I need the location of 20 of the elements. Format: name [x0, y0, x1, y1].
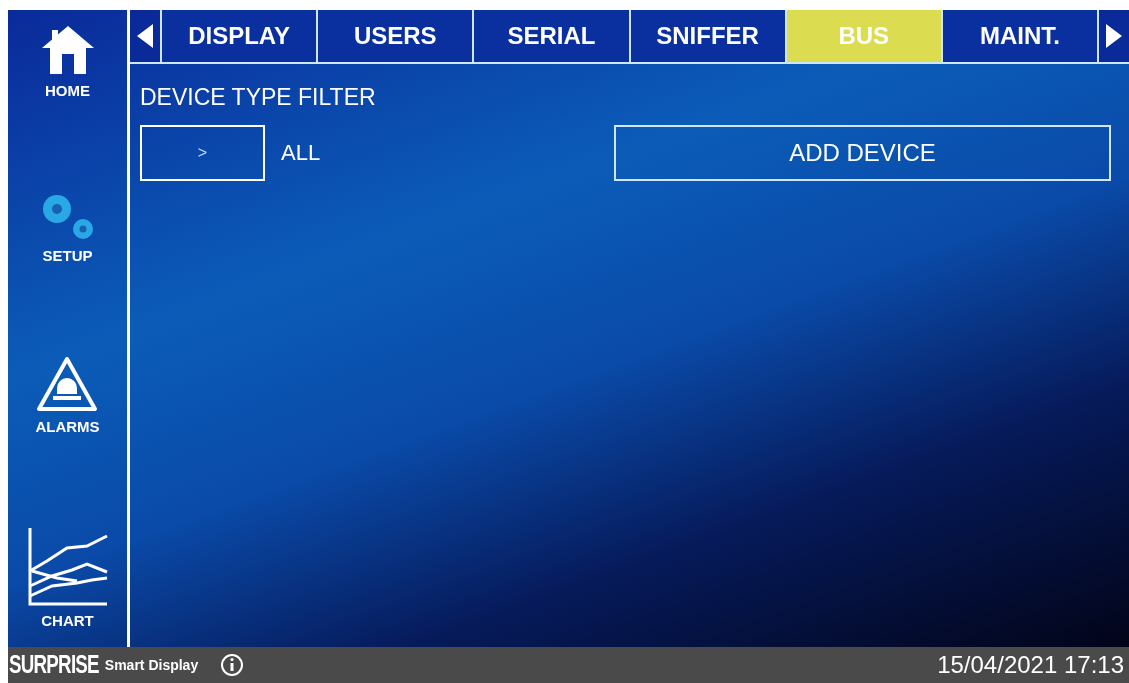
sidebar-nav-button[interactable]: HOME [39, 24, 96, 103]
left-arrow-icon[interactable] [135, 22, 155, 50]
product-name: Smart Display [104, 655, 199, 675]
alarm-warning-icon [36, 355, 99, 412]
add-device-button[interactable]: ADD DEVICE [614, 124, 1111, 181]
brand-name: SURPRISE [9, 649, 99, 681]
date-time: 15/04/2021 17:13 [937, 650, 1124, 680]
filter-value: ALL [281, 139, 321, 167]
tab[interactable]: DISPLAY [162, 10, 319, 62]
info-icon[interactable] [220, 653, 245, 677]
sidebar-nav-button[interactable]: CHART [26, 526, 109, 633]
tab[interactable]: USERS [318, 10, 475, 62]
filter-selector-button[interactable]: > [140, 124, 265, 181]
filter-title: DEVICE TYPE FILTER [140, 83, 377, 112]
tab[interactable]: MAINT. [942, 10, 1098, 62]
tab[interactable]: SERIAL [474, 10, 631, 62]
line-chart-icon [26, 526, 109, 607]
sidebar-nav-button[interactable]: ALARMS [35, 355, 100, 439]
sidebar-nav-button[interactable]: SETUP [36, 190, 99, 268]
tab[interactable]: SNIFFER [630, 10, 787, 62]
